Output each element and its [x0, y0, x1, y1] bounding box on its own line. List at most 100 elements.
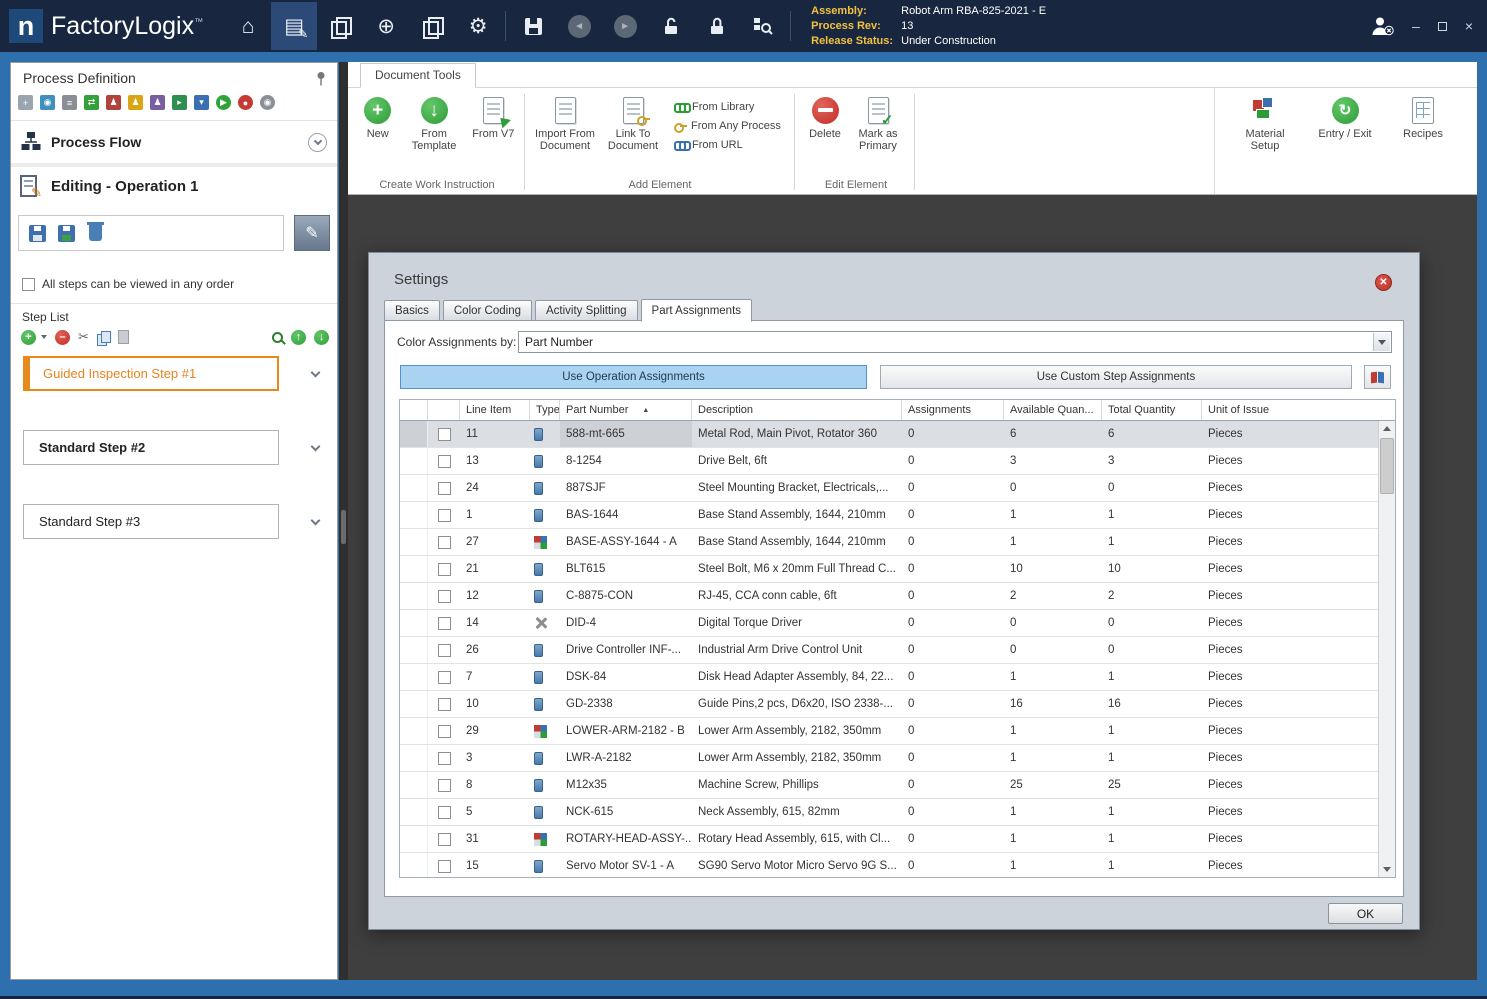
row-checkbox[interactable] [437, 616, 451, 630]
row-checkbox-cell[interactable] [428, 475, 460, 501]
row-checkbox[interactable] [437, 751, 451, 765]
add-step-dropdown-icon[interactable] [41, 335, 47, 339]
row-checkbox[interactable] [437, 454, 451, 468]
work-instructions-button[interactable]: ▤ ✎ [271, 2, 318, 50]
start-icon[interactable]: ▶ [216, 95, 231, 110]
header-checkbox-cell[interactable] [428, 400, 460, 420]
row-selector[interactable] [400, 475, 428, 501]
row-selector[interactable] [400, 502, 428, 528]
table-row[interactable]: 1 BAS-1644 Base Stand Assembly, 1644, 21… [400, 502, 1378, 529]
process-flow-row[interactable]: Process Flow [21, 127, 327, 157]
undo-button[interactable]: ◄ [556, 2, 602, 50]
table-row[interactable]: 15 Servo Motor SV-1 - A SG90 Servo Motor… [400, 853, 1378, 877]
table-row[interactable]: 7 DSK-84 Disk Head Adapter Assembly, 84,… [400, 664, 1378, 691]
cut-icon[interactable]: ✂ [78, 329, 89, 345]
print-icon[interactable]: ≡ [62, 95, 77, 110]
collapse-button[interactable] [308, 132, 327, 152]
table-row[interactable]: 26 Drive Controller INF-... Industrial A… [400, 637, 1378, 664]
remove-step-icon[interactable]: – [55, 329, 70, 345]
chevron-down-icon[interactable] [310, 441, 321, 452]
color-tools-icon[interactable]: ▾ [194, 95, 209, 110]
column-header-unit[interactable]: Unit of Issue [1202, 400, 1395, 420]
row-checkbox-cell[interactable] [428, 799, 460, 825]
zoom-steps-icon[interactable] [272, 331, 283, 343]
home-button[interactable]: ⌂ [225, 2, 271, 50]
table-row[interactable]: 29 LOWER-ARM-2182 - B Lower Arm Assembly… [400, 718, 1378, 745]
row-selector[interactable] [400, 583, 428, 609]
row-selector[interactable] [400, 745, 428, 771]
pin-icon[interactable] [315, 71, 327, 86]
row-checkbox[interactable] [437, 859, 451, 873]
row-checkbox[interactable] [437, 670, 451, 684]
row-checkbox-cell[interactable] [428, 583, 460, 609]
scrollbar-thumb[interactable] [1380, 438, 1394, 494]
row-checkbox-cell[interactable] [428, 772, 460, 798]
user-icon[interactable]: ♟ [150, 95, 165, 110]
row-checkbox-cell[interactable] [428, 745, 460, 771]
table-row[interactable]: 5 NCK-615 Neck Assembly, 615, 82mm 0 1 1… [400, 799, 1378, 826]
tab-document-tools[interactable]: Document Tools [360, 63, 476, 88]
material-setup-button[interactable]: Material Setup [1239, 95, 1291, 194]
user-logout-icon[interactable] [1370, 16, 1394, 36]
table-row[interactable]: 14 DID-4 Digital Torque Driver 0 0 0 Pie… [400, 610, 1378, 637]
row-checkbox-cell[interactable] [428, 718, 460, 744]
audit-search-button[interactable] [740, 2, 786, 50]
row-selector[interactable] [400, 529, 428, 555]
documents-button[interactable] [409, 2, 455, 50]
tab-part-assignments[interactable]: Part Assignments [640, 299, 753, 322]
row-checkbox[interactable] [437, 589, 451, 603]
unlock-button[interactable] [648, 2, 694, 50]
table-row[interactable]: 12 C-8875-CON RJ-45, CCA conn cable, 6ft… [400, 583, 1378, 610]
table-row[interactable]: 10 GD-2338 Guide Pins,2 pcs, D6x20, ISO … [400, 691, 1378, 718]
column-header-type[interactable]: Type [530, 400, 560, 420]
move-down-icon[interactable]: ↓ [314, 329, 329, 345]
from-library-button[interactable]: From Library [674, 99, 781, 114]
ok-button[interactable]: OK [1328, 903, 1403, 924]
tab-color-coding[interactable]: Color Coding [442, 300, 532, 321]
table-row[interactable]: 13 8-1254 Drive Belt, 6ft 0 3 3 Pieces [400, 448, 1378, 475]
move-up-icon[interactable]: ↑ [291, 329, 306, 345]
row-checkbox[interactable] [437, 805, 451, 819]
chevron-down-icon[interactable] [310, 515, 321, 526]
process-flow-button[interactable] [317, 2, 363, 50]
delete-icon[interactable] [87, 222, 104, 241]
maximize-button[interactable] [1437, 19, 1447, 33]
save-export-icon[interactable] [58, 224, 75, 242]
column-header-description[interactable]: Description [692, 400, 902, 420]
row-selector[interactable] [400, 664, 428, 690]
export-folder-icon[interactable]: ▸ [172, 95, 187, 110]
row-checkbox[interactable] [437, 508, 451, 522]
column-header-line-item[interactable]: Line Item [460, 400, 530, 420]
row-checkbox[interactable] [437, 724, 451, 738]
row-checkbox-cell[interactable] [428, 691, 460, 717]
column-header-available[interactable]: Available Quan... [1004, 400, 1102, 420]
tab-basics[interactable]: Basics [384, 300, 440, 321]
row-checkbox[interactable] [437, 535, 451, 549]
row-checkbox[interactable] [437, 481, 451, 495]
lock-button[interactable] [694, 2, 740, 50]
import-from-document-button[interactable]: Import From Document [534, 95, 596, 152]
assignments-extra-button[interactable] [1364, 365, 1391, 389]
row-checkbox-cell[interactable] [428, 502, 460, 528]
column-header-assignments[interactable]: Assignments [902, 400, 1004, 420]
step-item[interactable]: Guided Inspection Step #1 [23, 356, 279, 391]
close-button[interactable]: × [1465, 19, 1473, 33]
row-checkbox[interactable] [437, 427, 451, 441]
delete-element-button[interactable]: Delete [804, 95, 846, 152]
recipes-button[interactable]: Recipes [1399, 95, 1447, 194]
from-url-button[interactable]: From URL [674, 137, 781, 152]
web-icon[interactable]: ◉ [40, 95, 55, 110]
row-checkbox-cell[interactable] [428, 448, 460, 474]
link-to-document-button[interactable]: Link To Document [602, 95, 664, 152]
vertical-scrollbar[interactable] [1378, 421, 1395, 877]
row-selector[interactable] [400, 556, 428, 582]
scroll-down-icon[interactable] [1379, 862, 1395, 877]
row-selector[interactable] [400, 718, 428, 744]
row-checkbox[interactable] [437, 643, 451, 657]
use-custom-step-assignments-button[interactable]: Use Custom Step Assignments [880, 365, 1352, 389]
chevron-down-icon[interactable] [310, 367, 321, 378]
table-row[interactable]: 3 LWR-A-2182 Lower Arm Assembly, 2182, 3… [400, 745, 1378, 772]
row-selector[interactable] [400, 691, 428, 717]
table-row[interactable]: 27 BASE-ASSY-1644 - A Base Stand Assembl… [400, 529, 1378, 556]
row-checkbox[interactable] [437, 562, 451, 576]
